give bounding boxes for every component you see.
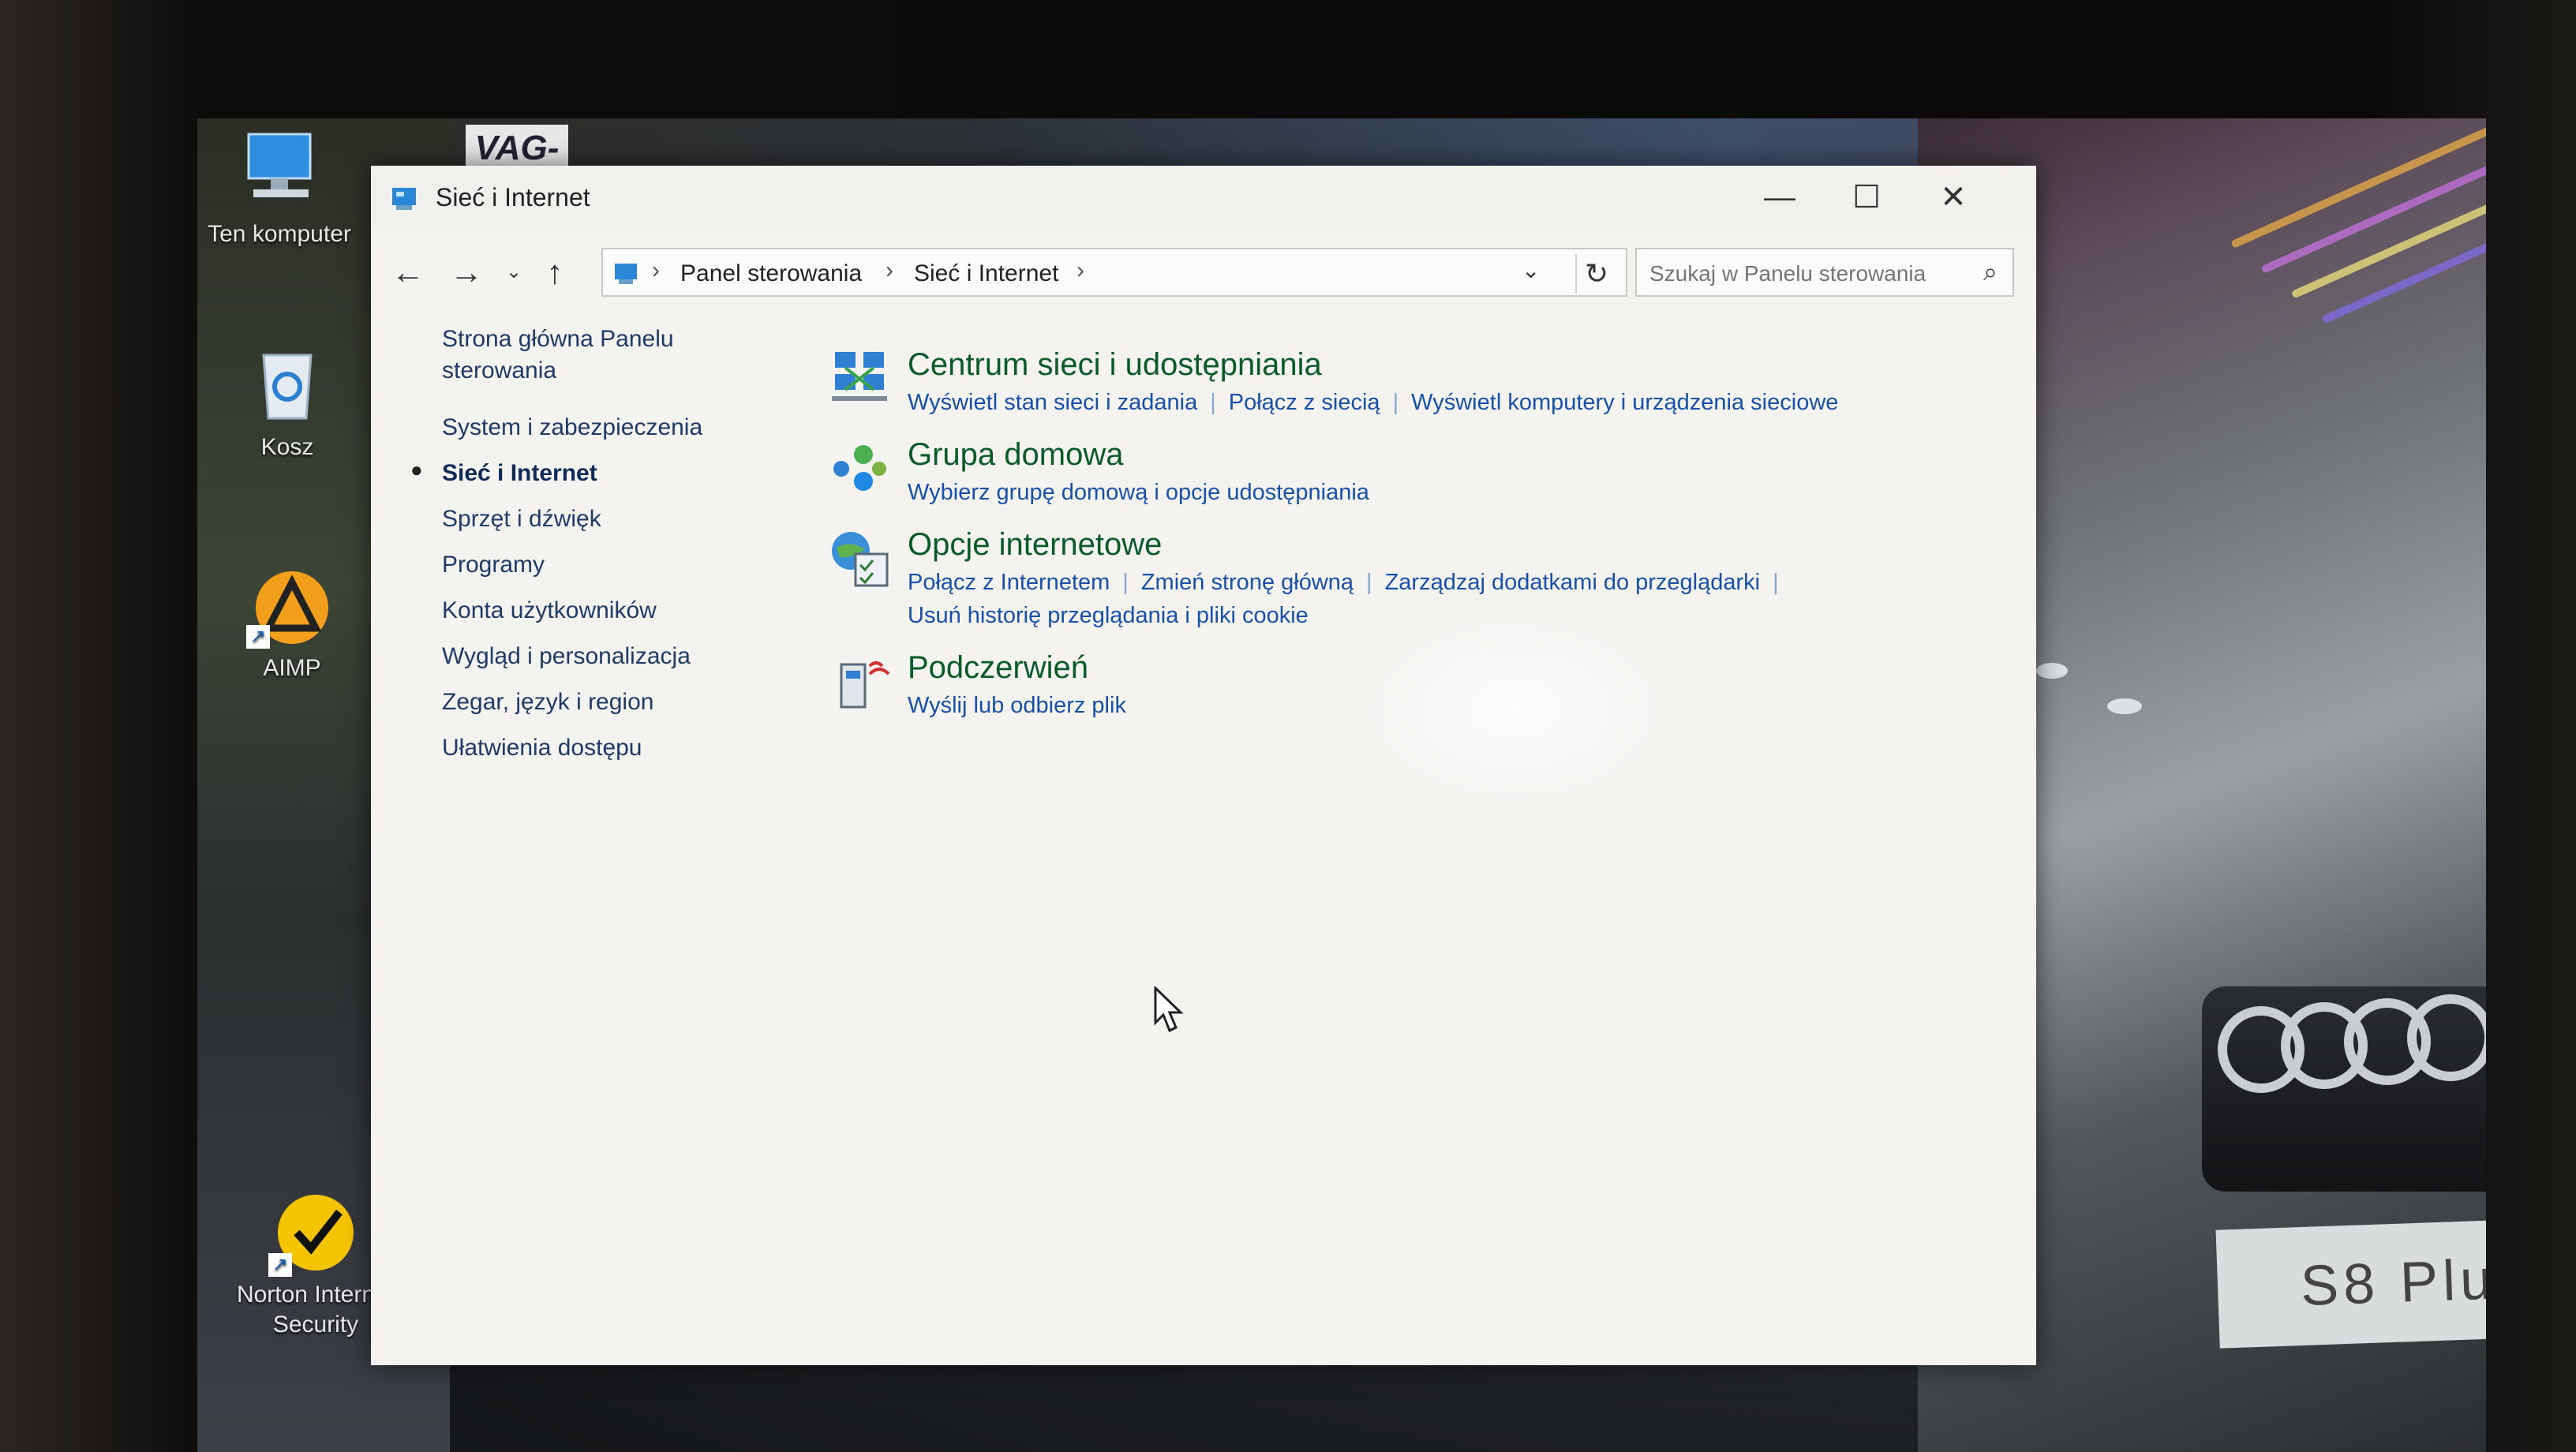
category-links: Połącz z Internetem | Zmień stronę główną |…: [908, 570, 1792, 596]
category-links: Wyświetl stan sieci i zadania | Połącz z s…: [908, 390, 1838, 416]
desktop-icon-this-pc[interactable]: Ten komputer: [193, 126, 366, 249]
sidebar-item-system-security[interactable]: System i zabezpieczenia: [442, 412, 742, 443]
link-view-network-status[interactable]: Wyświetl stan sieci i zadania: [908, 390, 1197, 415]
category-links: Wyślij lub odbierz plik: [908, 693, 1126, 719]
chevron-down-icon: ⌄: [505, 261, 522, 283]
category-homegroup: Grupa domowa Wybierz grupę domową i opcj…: [829, 437, 1997, 508]
link-separator: |: [1392, 390, 1399, 415]
recent-locations-button[interactable]: ⌄: [502, 251, 526, 294]
desktop-icon-label: Ten komputer: [208, 221, 351, 247]
category-title-homegroup[interactable]: Grupa domowa: [908, 437, 1123, 473]
desktop-icon-label: Kosz: [260, 434, 314, 460]
sidebar-item-control-panel-home[interactable]: Strona główna Panelu sterowania: [442, 324, 742, 387]
active-bullet-icon: ●: [410, 458, 423, 481]
search-icon[interactable]: ⌕: [1975, 256, 2006, 287]
sidebar-item-clock-language-region[interactable]: Zegar, język i region: [442, 687, 742, 718]
category-infrared: Podczerwień Wyślij lub odbierz plik: [829, 650, 1997, 729]
link-separator: |: [1210, 390, 1216, 415]
link-separator: |: [1122, 570, 1129, 595]
link-view-network-computers[interactable]: Wyświetl komputery i urządzenia sieciowe: [1411, 390, 1838, 415]
breadcrumb-separator-icon: ›: [652, 257, 660, 283]
category-links: Wybierz grupę domową i opcje udostępnian…: [908, 480, 1369, 506]
maximize-button[interactable]: ☐: [1823, 174, 1910, 221]
address-bar[interactable]: › Panel sterowania › Sieć i Internet › ⌄…: [601, 248, 1627, 297]
internet-options-icon: [832, 532, 889, 587]
link-connect-to-internet[interactable]: Połącz z Internetem: [908, 570, 1110, 595]
computer-icon: [247, 133, 312, 197]
link-connect-to-network[interactable]: Połącz z siecią: [1229, 390, 1380, 415]
control-panel-window: Sieć i Internet — ☐ ✕ ← → ⌄ ↑ › Panel st…: [371, 166, 2036, 1365]
close-button[interactable]: ✕: [1910, 174, 1997, 221]
infrared-icon: [840, 661, 890, 709]
navigation-bar: ← → ⌄ ↑ › Panel sterowania › Sieć i Inte…: [371, 245, 2036, 300]
breadcrumb-separator-icon: ›: [886, 257, 893, 283]
sidebar-item-ease-of-access[interactable]: Ułatwienia dostępu: [442, 732, 742, 764]
search-input[interactable]: [1648, 257, 1967, 290]
link-separator: |: [1366, 570, 1372, 595]
address-dropdown-icon[interactable]: ⌄: [1522, 257, 1540, 283]
category-links-second-row: Usuń historię przeglądania i pliki cooki…: [908, 603, 1309, 629]
link-manage-addons[interactable]: Zarządzaj dodatkami do przeglądarki: [1385, 570, 1761, 595]
shortcut-arrow-icon: ↗: [246, 625, 270, 649]
mouse-pointer-icon: [1154, 986, 1184, 1033]
refresh-icon: ↻: [1584, 257, 1609, 290]
refresh-button[interactable]: ↻: [1575, 254, 1616, 294]
car-badge: S8 Plus: [2215, 1216, 2486, 1349]
sidebar-item-appearance[interactable]: Wygląd i personalizacja: [442, 641, 742, 672]
link-separator: |: [1773, 570, 1779, 595]
link-choose-homegroup[interactable]: Wybierz grupę domową i opcje udostępnian…: [908, 480, 1369, 505]
breadcrumb-separator-icon: ›: [1076, 257, 1084, 283]
link-send-receive-file[interactable]: Wyślij lub odbierz plik: [908, 693, 1126, 718]
category-network-sharing-center: Centrum sieci i udostępniania Wyświetl s…: [829, 347, 1997, 434]
forward-button[interactable]: →: [445, 251, 488, 294]
desktop-icon-vag[interactable]: VAG-: [466, 125, 568, 172]
control-panel-icon: [615, 264, 637, 284]
arrow-left-icon: ←: [391, 253, 425, 290]
category-internet-options: Opcje internetowe Połącz z Internetem | Zm…: [829, 527, 1997, 638]
sidebar-item-user-accounts[interactable]: Konta użytkowników: [442, 595, 742, 627]
left-navigation-pane: Strona główna Panelu sterowania System i…: [371, 324, 766, 1270]
arrow-up-icon: ↑: [546, 253, 564, 290]
window-title: Sieć i Internet: [436, 183, 590, 211]
shortcut-arrow-icon: ↗: [268, 1253, 292, 1277]
link-change-home-page[interactable]: Zmień stronę główną: [1141, 570, 1354, 595]
desktop-icon-aimp[interactable]: ↗ AIMP: [205, 568, 379, 683]
sidebar-item-programs[interactable]: Programy: [442, 549, 742, 581]
up-button[interactable]: ↑: [534, 251, 576, 294]
title-bar[interactable]: Sieć i Internet — ☐ ✕: [371, 166, 2036, 229]
category-title-infrared[interactable]: Podczerwień: [908, 650, 1088, 686]
category-title-network-sharing-center[interactable]: Centrum sieci i udostępniania: [908, 347, 1322, 383]
network-center-icon: [832, 352, 887, 401]
minimize-button[interactable]: —: [1736, 174, 1823, 221]
sidebar-item-hardware-sound[interactable]: Sprzęt i dźwięk: [442, 503, 742, 535]
desktop-icon-label: AIMP: [263, 655, 321, 681]
control-panel-icon: [392, 188, 416, 210]
homegroup-icon: [833, 445, 886, 491]
desktop-icon-recycle-bin[interactable]: Kosz: [200, 339, 374, 462]
recycle-bin-icon: [262, 354, 313, 420]
breadcrumb-control-panel[interactable]: Panel sterowania: [680, 260, 862, 287]
car-logo-ring: [2407, 994, 2486, 1081]
category-title-internet-options[interactable]: Opcje internetowe: [908, 527, 1162, 563]
back-button[interactable]: ←: [387, 251, 429, 294]
link-delete-browsing-history[interactable]: Usuń historię przeglądania i pliki cooki…: [908, 603, 1309, 628]
search-box[interactable]: ⌕: [1635, 248, 2014, 297]
arrow-right-icon: →: [450, 253, 483, 290]
car-lamp: [2036, 663, 2068, 679]
car-lamp: [2107, 698, 2142, 714]
sidebar-item-network-internet[interactable]: Sieć i Internet: [442, 458, 742, 489]
breadcrumb-network-internet[interactable]: Sieć i Internet: [914, 260, 1058, 287]
